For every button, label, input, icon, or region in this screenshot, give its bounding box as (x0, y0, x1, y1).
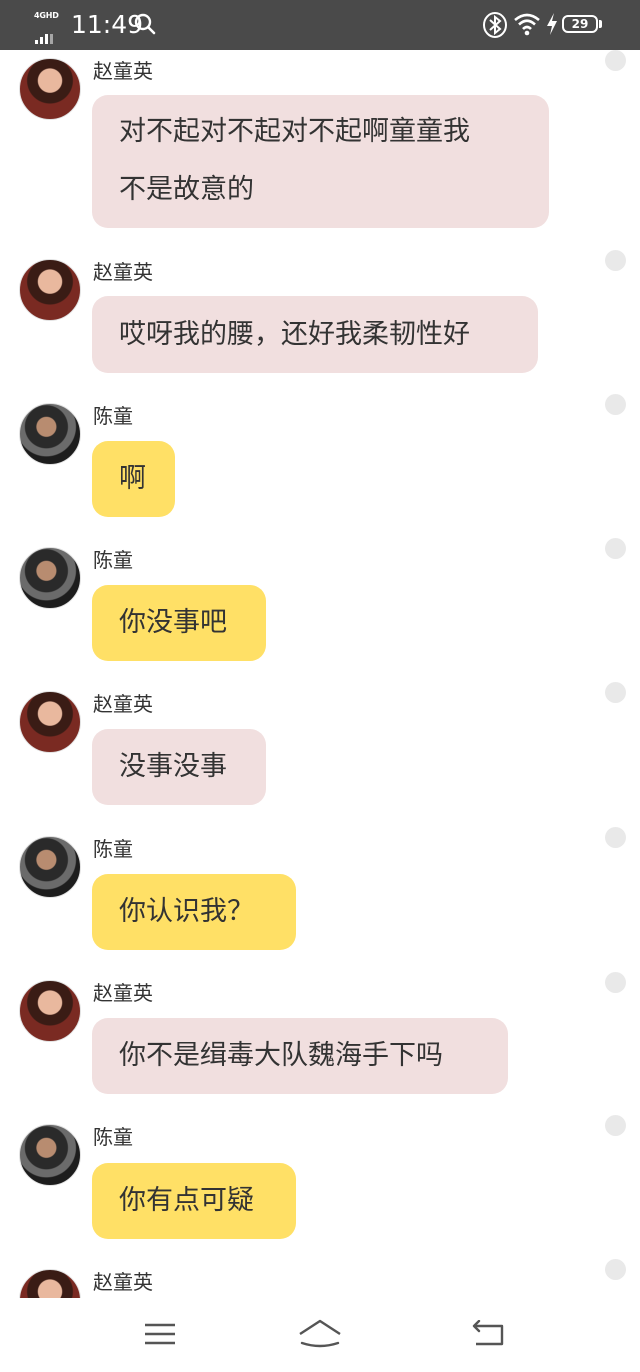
sender-name: 陈童 (93, 404, 133, 428)
message-line: 你没事吧 (119, 607, 227, 638)
message-bubble[interactable]: 你没事吧 (92, 585, 266, 661)
select-dot[interactable] (605, 827, 626, 848)
avatar[interactable] (19, 58, 81, 120)
battery-tip (599, 20, 602, 28)
sender-name: 赵童英 (93, 59, 153, 83)
navigation-bar (0, 1298, 640, 1372)
message-line: 不是故意的 (119, 174, 254, 205)
message-bubble[interactable]: 哎呀我的腰，还好我柔韧性好 (92, 296, 538, 373)
status-bar: 4GHD 11:49 29 (0, 0, 640, 50)
back-icon[interactable] (471, 1320, 505, 1348)
message-bubble[interactable]: 没事没事 (92, 729, 266, 805)
charging-icon (547, 13, 557, 35)
message-bubble[interactable]: 对不起对不起对不起啊童童我 不是故意的 (92, 95, 549, 228)
message-bubble[interactable]: 你不是缉毒大队魏海手下吗 (92, 1018, 508, 1094)
message-bubble[interactable]: 你认识我？ (92, 874, 296, 950)
select-dot[interactable] (605, 972, 626, 993)
avatar[interactable] (19, 547, 81, 609)
avatar[interactable] (19, 980, 81, 1042)
select-dot[interactable] (605, 1259, 626, 1280)
avatar[interactable] (19, 1124, 81, 1186)
message-line: 啊 (119, 463, 146, 494)
sender-name: 赵童英 (93, 1270, 153, 1294)
battery-icon: 29 (562, 15, 598, 33)
search-icon (134, 13, 156, 35)
message-line: 你有点可疑 (119, 1185, 254, 1216)
select-dot[interactable] (605, 394, 626, 415)
message-line: 对不起对不起对不起啊童童我 (119, 116, 470, 147)
avatar[interactable] (19, 836, 81, 898)
message-line: 你不是缉毒大队魏海手下吗 (119, 1040, 443, 1071)
avatar[interactable] (19, 403, 81, 465)
bluetooth-icon (483, 12, 507, 38)
message-bubble[interactable]: 啊 (92, 441, 175, 517)
signal-icon: 4GHD (34, 11, 64, 44)
message-line: 哎呀我的腰，还好我柔韧性好 (119, 319, 470, 350)
avatar[interactable] (19, 691, 81, 753)
message-bubble[interactable]: 你有点可疑 (92, 1163, 296, 1239)
avatar[interactable] (19, 1269, 81, 1298)
select-dot[interactable] (605, 1115, 626, 1136)
chat-area[interactable]: 赵童英 对不起对不起对不起啊童童我 不是故意的 赵童英 哎呀我的腰，还好我柔韧性… (0, 50, 640, 1298)
select-dot[interactable] (605, 250, 626, 271)
sender-name: 陈童 (93, 548, 133, 572)
select-dot[interactable] (605, 50, 626, 71)
message-line: 没事没事 (119, 751, 227, 782)
home-icon[interactable] (297, 1318, 343, 1348)
select-dot[interactable] (605, 682, 626, 703)
clock: 11:49 (71, 10, 144, 39)
sender-name: 陈童 (93, 1125, 133, 1149)
select-dot[interactable] (605, 538, 626, 559)
sender-name: 赵童英 (93, 260, 153, 284)
message-line: 你认识我？ (119, 896, 254, 927)
network-type: 4GHD (34, 11, 59, 20)
wifi-icon (514, 13, 540, 36)
sender-name: 赵童英 (93, 692, 153, 716)
battery-level: 29 (571, 17, 589, 31)
menu-icon[interactable] (144, 1322, 176, 1346)
sender-name: 赵童英 (93, 981, 153, 1005)
sender-name: 陈童 (93, 837, 133, 861)
avatar[interactable] (19, 259, 81, 321)
